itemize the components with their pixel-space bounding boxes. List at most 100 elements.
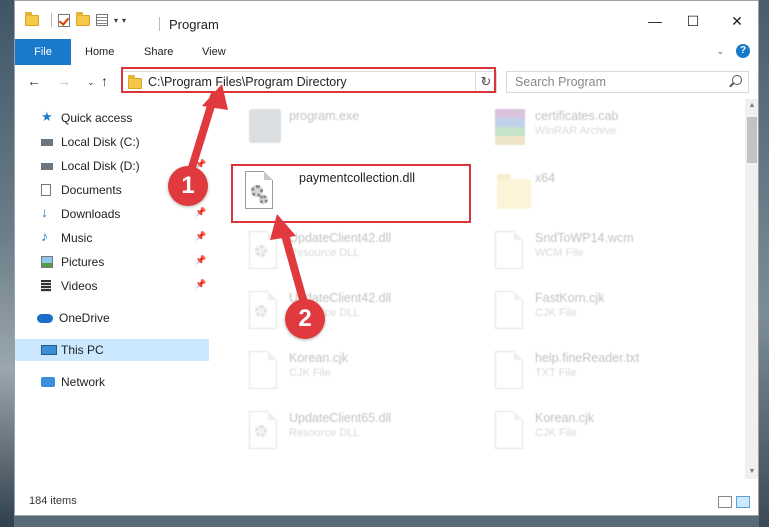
list-item[interactable]: UpdateClient42.dll Resource DLL	[241, 289, 481, 345]
properties-icon[interactable]	[96, 14, 108, 26]
pin-icon: 📌	[195, 207, 207, 217]
quick-access-toolbar: ▾ ▾	[25, 11, 130, 27]
list-item[interactable]: UpdateClient42.dll Resource DLL	[241, 229, 481, 285]
dll-icon	[245, 291, 281, 335]
file-icon	[491, 411, 527, 455]
back-arrow-icon[interactable]: ←	[27, 73, 41, 89]
tab-file[interactable]: File	[15, 39, 71, 65]
file-name: certificates.cab	[535, 109, 619, 123]
sidebar-item-this-pc[interactable]: This PC	[15, 339, 209, 361]
file-name: Korean.cjk	[535, 411, 595, 425]
file-name: program.exe	[289, 109, 360, 123]
details-view-button[interactable]	[718, 496, 732, 508]
file-name: SndToWP14.wcm	[535, 231, 634, 245]
properties-check-icon[interactable]	[58, 13, 70, 27]
vertical-scrollbar[interactable]: ▲ ▼	[745, 99, 758, 479]
scroll-thumb[interactable]	[747, 117, 757, 163]
pin-icon: 📌	[195, 231, 207, 241]
sidebar-item-label: OneDrive	[59, 311, 110, 325]
file-type: WCM File	[535, 247, 584, 259]
ribbon-expand-icon[interactable]: ⌄	[716, 46, 724, 57]
sidebar-item-network[interactable]: Network	[15, 371, 209, 393]
file-name: FastKorn.cjk	[535, 291, 605, 305]
forward-arrow-icon[interactable]: →	[57, 73, 71, 89]
sidebar-item-label: Quick access	[61, 111, 133, 125]
sidebar-item-quick-access[interactable]: ★ Quick access	[15, 107, 209, 129]
list-item[interactable]: Korean.cjk CJK File	[487, 409, 727, 465]
sidebar-item-videos[interactable]: Videos 📌	[15, 275, 209, 297]
sidebar-item-label: Local Disk (C:)	[61, 135, 140, 149]
step-badge-1: 1	[168, 166, 208, 206]
up-arrow-icon[interactable]: ↑	[101, 73, 108, 89]
pin-icon: 📌	[195, 255, 207, 265]
status-bar: 184 items	[15, 491, 758, 515]
list-item[interactable]: FastKorn.cjk CJK File	[487, 289, 727, 345]
sidebar-item-downloads[interactable]: ↓ Downloads 📌	[15, 203, 209, 225]
file-icon	[491, 291, 527, 335]
help-icon[interactable]: ?	[736, 44, 750, 58]
chevron-down-icon[interactable]: ▾	[114, 16, 118, 25]
navigation-pane: ★ Quick access Local Disk (C:) 📌 Local D…	[15, 99, 211, 479]
pictures-icon	[41, 256, 53, 268]
file-name: UpdateClient42.dll	[289, 231, 392, 245]
list-item[interactable]: x64	[487, 169, 727, 225]
file-type: WinRAR Archive	[535, 125, 617, 137]
list-item[interactable]: SndToWP14.wcm WCM File	[487, 229, 727, 285]
address-highlight-box	[121, 67, 496, 93]
maximize-button[interactable]: ☐	[683, 13, 703, 30]
list-item[interactable]: UpdateClient65.dll Resource DLL	[241, 409, 481, 465]
dll-icon	[245, 411, 281, 455]
search-input[interactable]: Search Program	[515, 75, 606, 89]
tab-share[interactable]: Share	[144, 39, 173, 65]
desktop-background-left	[0, 0, 14, 527]
file-icon	[245, 351, 281, 395]
large-icons-view-button[interactable]	[736, 496, 750, 508]
item-count: 184 items	[29, 495, 77, 507]
search-icon[interactable]	[732, 75, 742, 85]
file-icon	[491, 231, 527, 275]
file-icon	[491, 351, 527, 395]
file-list: program.exe certificates.cab WinRAR Arch…	[211, 99, 745, 479]
list-item[interactable]: certificates.cab WinRAR Archive	[487, 107, 727, 163]
new-folder-icon[interactable]	[76, 11, 90, 26]
search-box[interactable]: Search Program	[506, 71, 749, 93]
drive-icon	[41, 163, 53, 170]
tab-view[interactable]: View	[202, 39, 226, 65]
customize-toolbar-icon[interactable]: ▾	[122, 16, 126, 25]
tab-home[interactable]: Home	[85, 39, 114, 65]
file-highlight-box	[231, 164, 471, 223]
documents-icon	[41, 184, 51, 196]
archive-icon	[491, 109, 527, 153]
download-icon: ↓	[41, 204, 48, 220]
network-icon	[41, 377, 55, 387]
scroll-up-icon[interactable]: ▲	[745, 99, 758, 113]
minimize-button[interactable]: —	[645, 13, 665, 29]
file-type: TXT File	[535, 367, 577, 379]
file-type: CJK File	[289, 367, 331, 379]
sidebar-item-pictures[interactable]: Pictures 📌	[15, 251, 209, 273]
file-name: x64	[535, 171, 556, 185]
file-type: CJK File	[535, 307, 577, 319]
folder-icon	[25, 11, 39, 26]
file-name: Korean.cjk	[289, 351, 349, 365]
dll-icon	[245, 231, 281, 275]
list-item[interactable]: program.exe	[241, 107, 481, 163]
close-button[interactable]: ✕	[727, 13, 747, 30]
videos-icon	[41, 280, 51, 292]
window-title: Program	[159, 17, 219, 32]
sidebar-item-label: Downloads	[61, 207, 121, 221]
music-icon: ♪	[41, 228, 48, 244]
star-icon: ★	[41, 109, 53, 124]
list-item[interactable]: help.fineReader.txt TXT File	[487, 349, 727, 405]
recent-locations-icon[interactable]: ⌄	[87, 77, 95, 88]
sidebar-item-music[interactable]: ♪ Music 📌	[15, 227, 209, 249]
sidebar-item-label: Local Disk (D:)	[61, 159, 140, 173]
sidebar-item-label: This PC	[61, 343, 104, 357]
sidebar-item-onedrive[interactable]: OneDrive	[15, 307, 207, 329]
drive-icon	[41, 139, 53, 146]
folder-icon	[491, 171, 531, 215]
sidebar-item-local-disk-c[interactable]: Local Disk (C:) 📌	[15, 131, 209, 153]
separator	[51, 13, 52, 27]
scroll-down-icon[interactable]: ▼	[745, 465, 758, 479]
list-item[interactable]: Korean.cjk CJK File	[241, 349, 481, 405]
